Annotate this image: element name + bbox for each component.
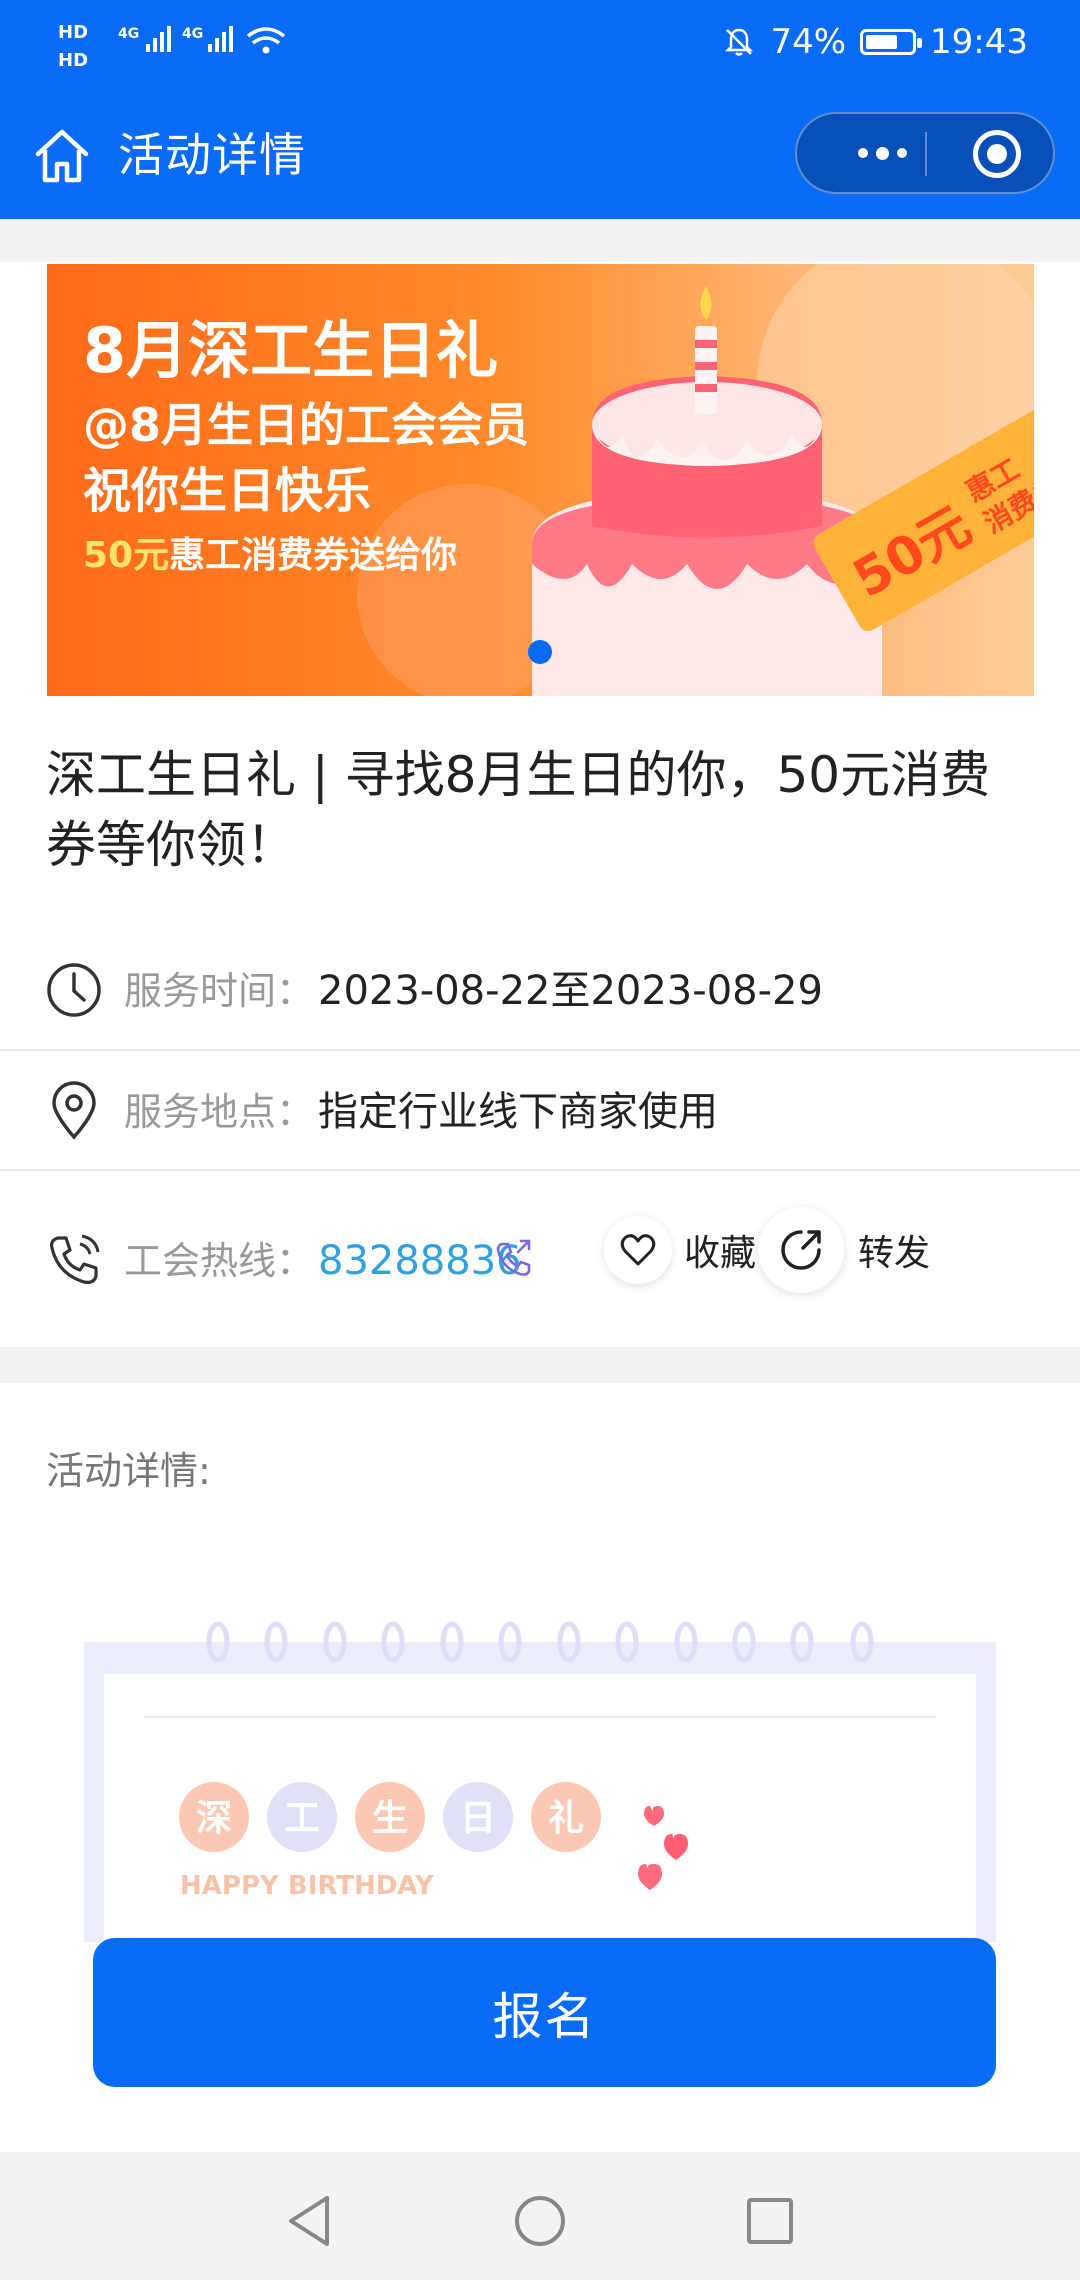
- hd-label-1: HD: [58, 22, 88, 43]
- service-location-value: 指定行业线下商家使用: [318, 1089, 718, 1135]
- phone-icon: [50, 1234, 100, 1284]
- system-navigation-bar: [0, 2152, 1080, 2280]
- heart-icon: [620, 1234, 656, 1266]
- 4g-label-1: 4G: [118, 26, 139, 42]
- calendar-char-2: 工: [284, 1798, 320, 1839]
- banner-line-2: @8月生日的工会会员: [83, 398, 530, 452]
- home-icon[interactable]: [30, 124, 94, 188]
- share-button[interactable]: 转发: [758, 1207, 931, 1293]
- battery-icon: [860, 29, 923, 55]
- banner-highlight: 50元: [83, 535, 170, 576]
- signal-icon: HD HD 4G 4G: [58, 22, 286, 71]
- status-right: 74% 19:43: [722, 22, 1028, 62]
- hd-label-2: HD: [58, 50, 88, 71]
- banner-line-1: 8月深工生日礼: [83, 314, 499, 387]
- service-time-label: 服务时间：: [124, 969, 315, 1013]
- capsule-divider: [925, 132, 927, 176]
- service-location-label: 服务地点：: [124, 1090, 315, 1134]
- banner-text: 8月深工生日礼 @8月生日的工会会员 祝你生日快乐 50元惠工消费券送给你: [83, 308, 529, 586]
- divider: [0, 1169, 1080, 1171]
- favorite-circle: [604, 1216, 672, 1284]
- back-icon[interactable]: [285, 2194, 335, 2248]
- activity-title: 深工生日礼 | 寻找8月生日的你，50元消费券等你领！: [46, 746, 991, 874]
- location-pin-icon: [52, 1081, 96, 1140]
- more-icon[interactable]: [837, 114, 927, 192]
- calendar-char-4: 日: [460, 1798, 496, 1839]
- clock: 19:43: [930, 22, 1028, 62]
- detail-heading: 活动详情:: [46, 1449, 211, 1493]
- share-icon: [781, 1230, 821, 1270]
- clock-icon: [47, 963, 101, 1017]
- hotline-number[interactable]: 83288836: [318, 1236, 522, 1286]
- signal-indicators: HD HD 4G 4G: [58, 14, 298, 82]
- banner-line-3: 祝你生日快乐: [83, 463, 372, 519]
- close-target-icon[interactable]: [973, 130, 1021, 178]
- favorite-label: 收藏: [684, 1233, 757, 1274]
- call-out-icon[interactable]: [496, 1238, 532, 1278]
- 4g-label-2: 4G: [182, 26, 203, 42]
- home-circle-icon[interactable]: [513, 2194, 567, 2248]
- mute-bell-icon: [725, 28, 754, 56]
- service-location-row: 服务地点： 指定行业线下商家使用: [0, 1051, 1080, 1169]
- carousel-indicator[interactable]: [528, 640, 552, 664]
- navigation-bar: 活动详情: [0, 92, 1080, 219]
- battery-percent: 74%: [770, 22, 847, 62]
- service-time-value: 2023-08-22至2023-08-29: [318, 968, 823, 1014]
- birthday-calendar-image: 深 工 生 日 礼 HAPPY BIRTHDAY: [84, 1621, 996, 1942]
- mini-program-capsule: [795, 112, 1055, 194]
- status-bar: HD HD 4G 4G 74% 19:43: [0, 0, 1080, 92]
- service-time-row: 服务时间： 2023-08-22至2023-08-29: [0, 930, 1080, 1048]
- banner-carousel[interactable]: 50元 惠工 消费券 8月深工生日礼 @8月生日的工会会员 祝你生日快乐 50元…: [47, 264, 1034, 696]
- battery-fill: [866, 35, 898, 49]
- banner-line-4-rest: 惠工消费券送给你: [169, 535, 458, 576]
- favorite-button[interactable]: 收藏: [604, 1210, 756, 1290]
- calendar-char-3: 生: [372, 1798, 408, 1839]
- calendar-subtitle: HAPPY BIRTHDAY: [180, 1871, 435, 1901]
- calendar-char-1: 深: [196, 1798, 232, 1839]
- recents-icon[interactable]: [745, 2196, 795, 2246]
- share-circle: [758, 1207, 844, 1293]
- signup-button[interactable]: 报名: [93, 1938, 996, 2087]
- banner-line-4: 50元惠工消费券送给你: [83, 526, 529, 586]
- calendar-char-5: 礼: [548, 1798, 584, 1839]
- hotline-label: 工会热线：: [124, 1239, 315, 1283]
- page-title: 活动详情: [118, 128, 306, 182]
- share-label: 转发: [858, 1233, 931, 1274]
